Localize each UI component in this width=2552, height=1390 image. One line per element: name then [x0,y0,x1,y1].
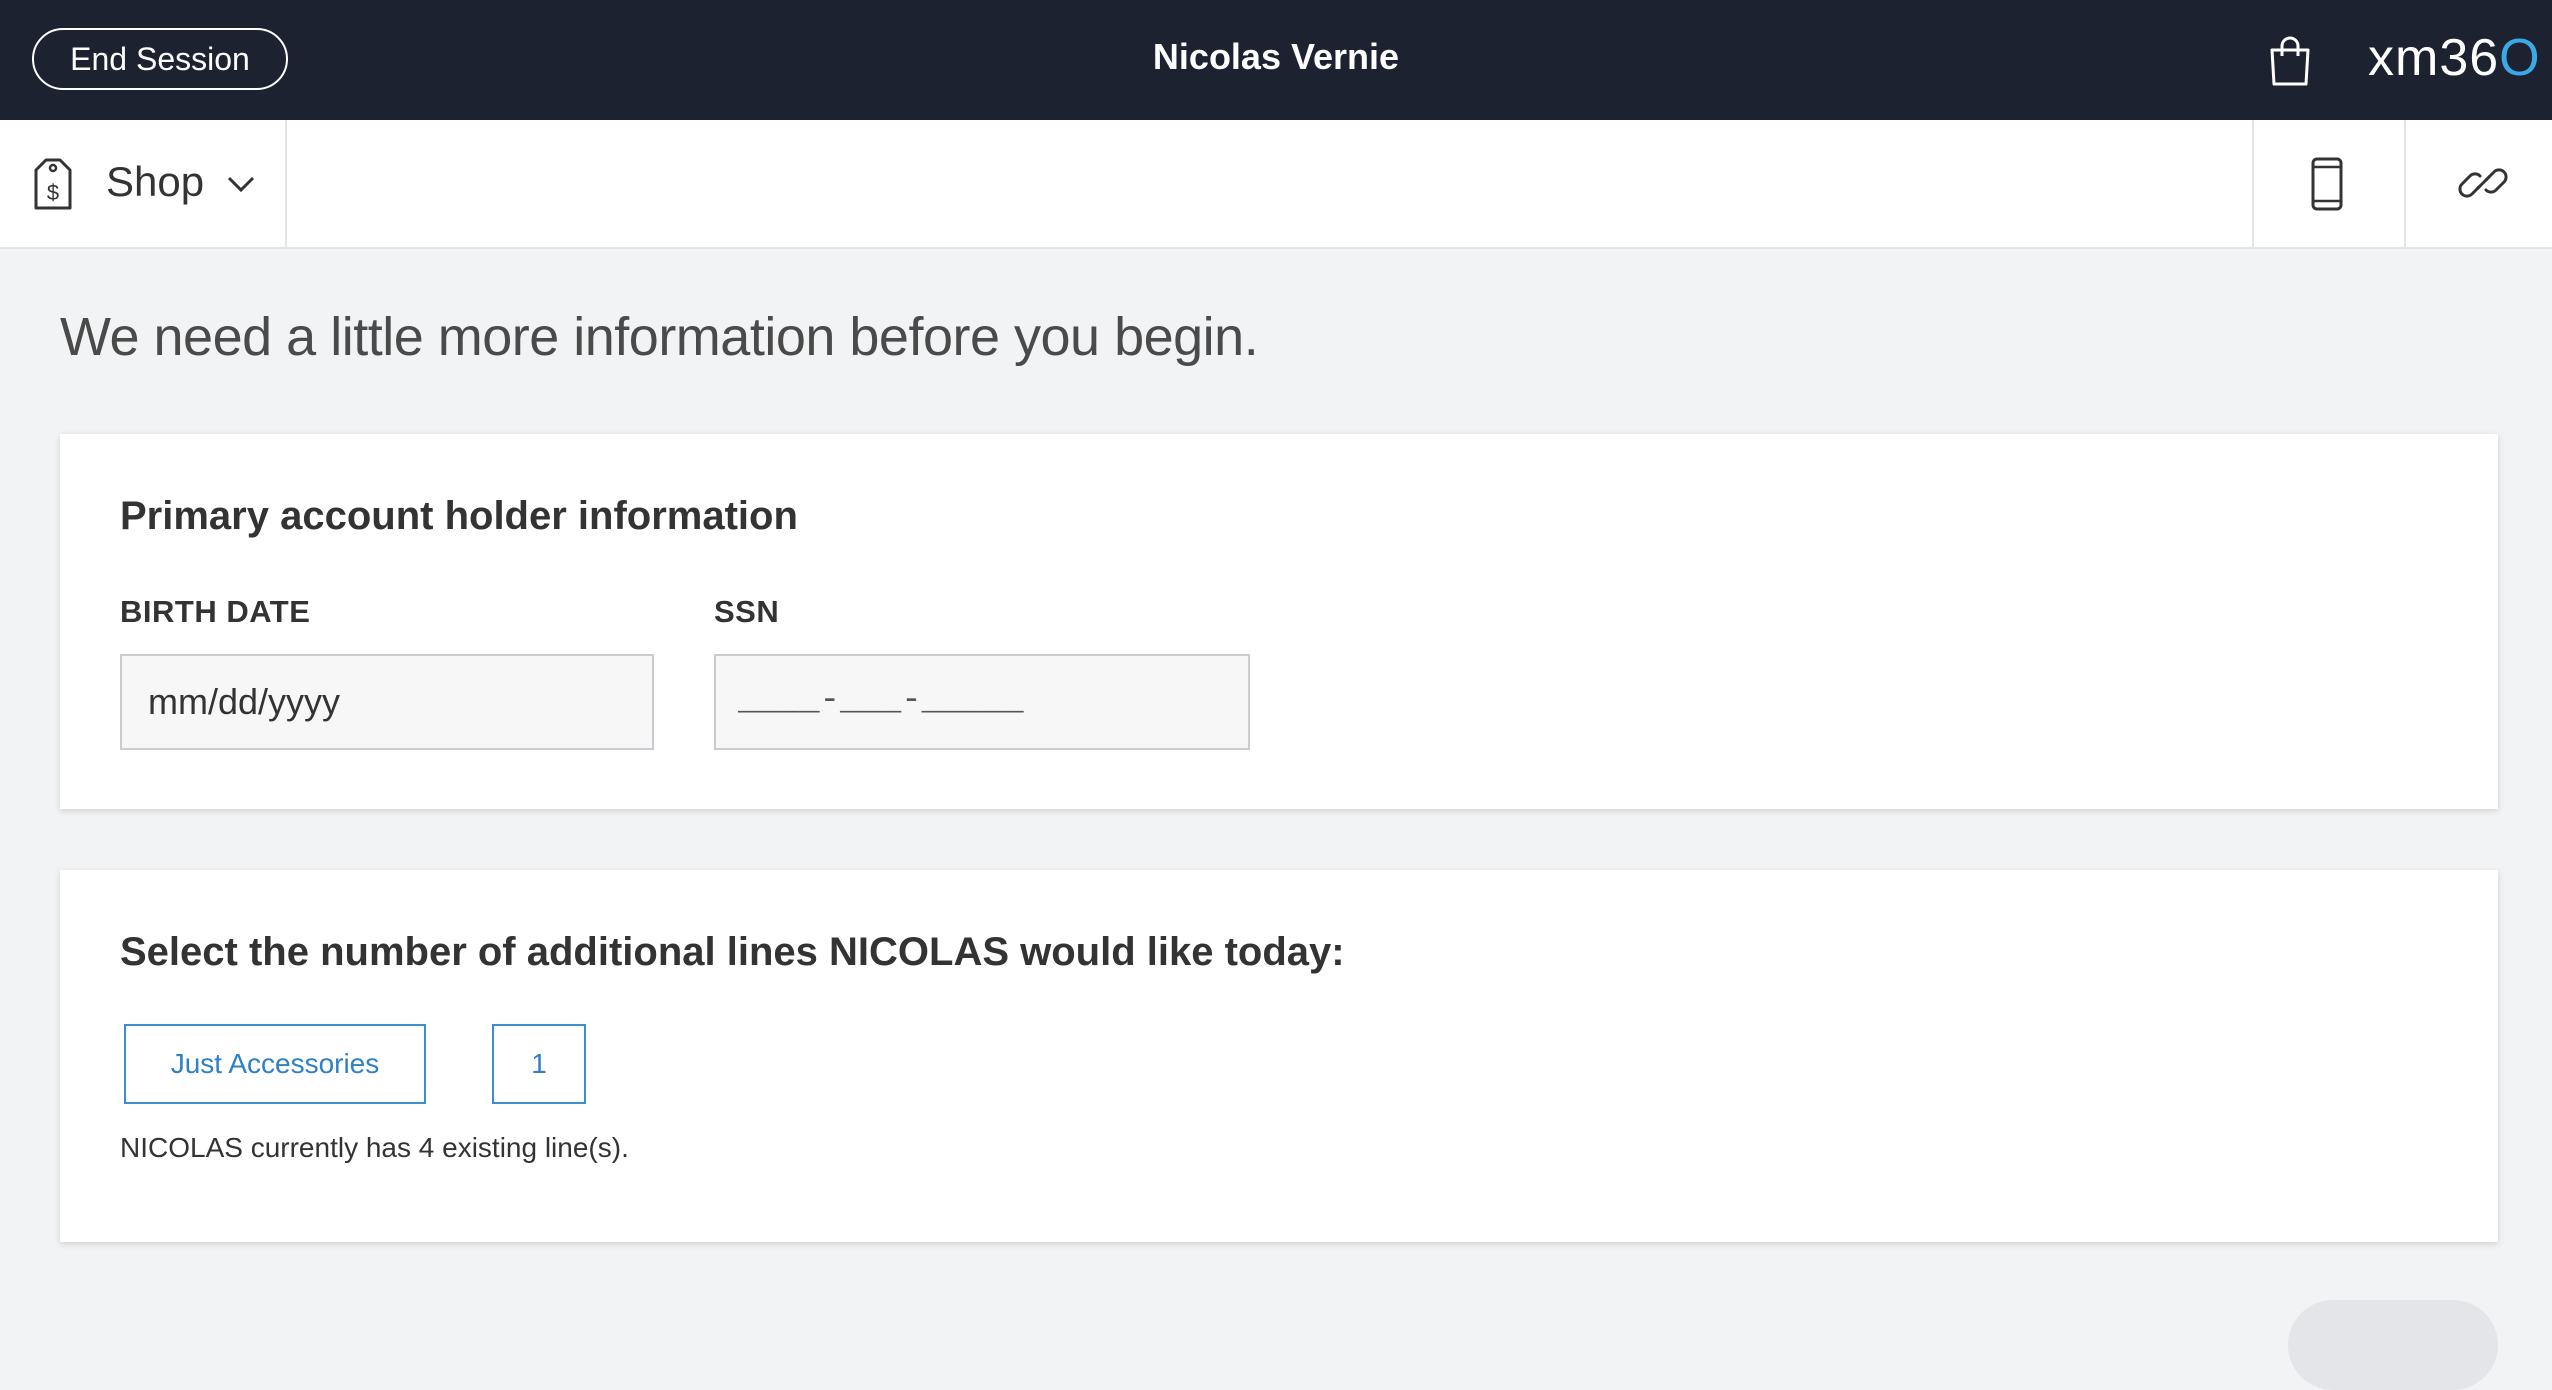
just-accessories-option[interactable]: Just Accessories [124,1024,426,1104]
device-button[interactable] [2252,120,2404,247]
one-line-option[interactable]: 1 [492,1024,586,1104]
birth-date-label: BIRTH DATE [120,594,311,629]
link-button[interactable] [2404,120,2552,247]
shopping-bag-icon[interactable] [2266,34,2314,88]
chevron-down-icon [227,176,255,193]
link-icon [2458,168,2508,198]
shop-label: Shop [106,158,205,205]
secondary-nav: $ Shop [0,120,2552,249]
ssn-field-wrapper: ____-___-_____ [714,654,1250,750]
submit-button[interactable] [2288,1300,2498,1390]
account-holder-card: Primary account holder information BIRTH… [60,434,2498,809]
shop-menu-dropdown[interactable]: $ Shop [0,120,287,247]
birth-date-input[interactable] [120,654,654,750]
brand-ring: O [2499,29,2541,87]
account-holder-title: Primary account holder information [120,494,798,538]
end-session-button[interactable]: End Session [32,28,288,90]
existing-lines-note: NICOLAS currently has 4 existing line(s)… [120,1132,629,1163]
svg-text:$: $ [47,180,59,205]
smartphone-icon [2311,157,2343,211]
price-tag-dollar-icon: $ [34,158,72,210]
ssn-input[interactable] [714,654,1250,750]
additional-lines-title: Select the number of additional lines NI… [120,930,1345,974]
ssn-label: SSN [714,594,780,629]
additional-lines-card: Select the number of additional lines NI… [60,870,2498,1242]
page-intro-heading: We need a little more information before… [60,307,1259,367]
xm360-logo: xm36 O [2368,26,2541,90]
brand-text: xm36 [2368,29,2500,87]
customer-name: Nicolas Vernie [1152,36,1400,77]
top-bar: End Session Nicolas Vernie xm36 O [0,0,2552,120]
